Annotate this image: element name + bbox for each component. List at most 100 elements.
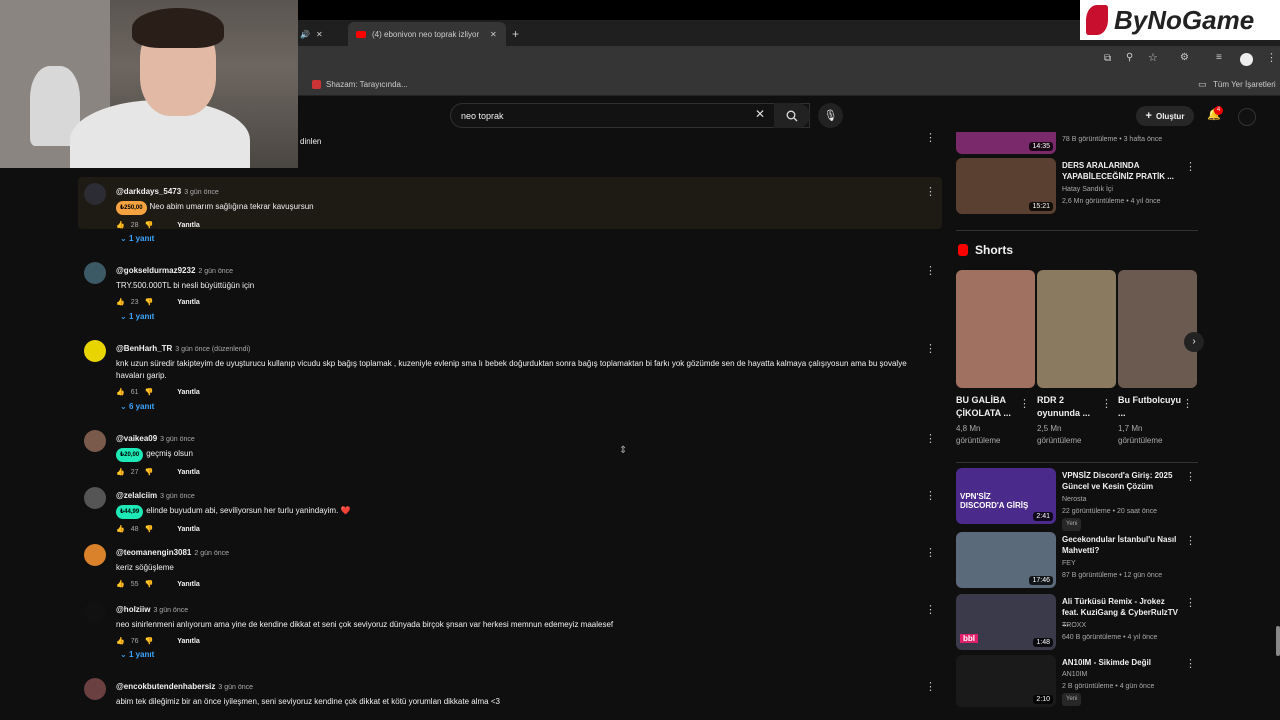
comment-menu-icon[interactable]: ⋮ (925, 489, 936, 502)
tab-active[interactable]: (4) ebonivon neo toprak izliyor ✕ (348, 22, 506, 46)
reply-button[interactable]: Yanıtla (177, 389, 200, 396)
comment-time[interactable]: 3 gün önce (160, 493, 195, 500)
reply-button[interactable]: Yanıtla (177, 526, 200, 533)
extensions-icon[interactable]: ⚙ (1180, 52, 1189, 63)
profile-avatar[interactable] (1240, 53, 1253, 66)
sidebar-video[interactable]: 15:21 DERS ARALARINDA YAPABİLECEĞİNİZ PR… (956, 158, 1200, 216)
reply-button[interactable]: Yanıtla (177, 469, 200, 476)
short-menu-icon[interactable]: ⋮ (1101, 397, 1112, 410)
comment-time[interactable]: 3 gün önce (153, 607, 188, 614)
short-title[interactable]: RDR 2 oyununda ... (1037, 394, 1107, 420)
reply-button[interactable]: Yanıtla (177, 222, 200, 229)
new-tab-button[interactable]: + (512, 22, 519, 46)
channel-name[interactable]: Hatay Sandık İçi (1062, 184, 1192, 195)
dislike-icon[interactable]: 👎 (145, 221, 154, 229)
comment-menu-icon[interactable]: ⋮ (925, 131, 936, 144)
star-icon[interactable]: ☆ (1148, 51, 1158, 64)
reply-button[interactable]: Yanıtla (177, 581, 200, 588)
create-button[interactable]: + Oluştur (1136, 106, 1194, 126)
short-thumbnail[interactable] (1118, 270, 1197, 388)
video-menu-icon[interactable]: ⋮ (1185, 657, 1196, 670)
like-icon[interactable]: 👍 (116, 580, 125, 588)
video-menu-icon[interactable]: ⋮ (1185, 534, 1196, 547)
comment-author[interactable]: @BenHarh_TR (116, 344, 172, 353)
close-icon[interactable]: ✕ (490, 30, 497, 39)
menu-icon[interactable]: ⋮ (1266, 51, 1277, 64)
avatar[interactable] (84, 487, 106, 509)
comment-menu-icon[interactable]: ⋮ (925, 264, 936, 277)
comment-time[interactable]: 2 gün önce (194, 550, 229, 557)
like-icon[interactable]: 👍 (116, 468, 125, 476)
like-icon[interactable]: 👍 (116, 525, 125, 533)
close-icon[interactable]: ✕ (316, 30, 323, 39)
video-title[interactable]: VPNSİZ Discord'a Giriş: 2025 Güncel ve K… (1062, 470, 1182, 492)
comment-time[interactable]: 3 gün önce (160, 436, 195, 443)
short-title[interactable]: Bu Futbolcuyu ... (1118, 394, 1188, 420)
channel-name[interactable]: TROXX (1062, 620, 1192, 631)
install-icon[interactable]: ⧉ (1104, 53, 1111, 64)
comment-menu-icon[interactable]: ⋮ (925, 432, 936, 445)
avatar[interactable] (84, 183, 106, 205)
comment-author[interactable]: @gokseldurmaz9232 (116, 266, 195, 275)
like-icon[interactable]: 👍 (116, 221, 125, 229)
like-icon[interactable]: 👍 (116, 388, 125, 396)
short-thumbnail[interactable] (1037, 270, 1116, 388)
short-menu-icon[interactable]: ⋮ (1182, 397, 1193, 410)
video-thumbnail[interactable]: bbl 1:48 (956, 594, 1056, 650)
avatar[interactable] (84, 678, 106, 700)
view-replies-button[interactable]: ⌄ 1 yanıt (120, 312, 154, 321)
like-icon[interactable]: 👍 (116, 637, 125, 645)
channel-name[interactable]: AN10IM (1062, 669, 1192, 680)
view-replies-button[interactable]: ⌄ 1 yanıt (120, 650, 154, 659)
comment-author[interactable]: @zelalciim (116, 491, 157, 500)
short-menu-icon[interactable]: ⋮ (1019, 397, 1030, 410)
scrollbar-thumb[interactable] (1276, 626, 1280, 656)
bookmark-shazam[interactable]: Shazam: Tarayıcında... (326, 80, 408, 89)
dislike-icon[interactable]: 👎 (145, 580, 154, 588)
dislike-icon[interactable]: 👎 (145, 388, 154, 396)
short-thumbnail[interactable] (956, 270, 1035, 388)
comment-time[interactable]: 3 gün önce (184, 189, 219, 196)
dislike-icon[interactable]: 👎 (145, 298, 154, 306)
comment-time[interactable]: 3 gün önce (218, 684, 253, 691)
comment-menu-icon[interactable]: ⋮ (925, 603, 936, 616)
comment-author[interactable]: @vaikea09 (116, 434, 157, 443)
dislike-icon[interactable]: 👎 (145, 637, 154, 645)
avatar[interactable] (84, 340, 106, 362)
playlist-icon[interactable]: ≡ (1216, 52, 1222, 63)
avatar[interactable] (84, 262, 106, 284)
comment-author[interactable]: @teomanengin3081 (116, 548, 191, 557)
sidebar-video[interactable]: bbl 1:48 Ali Türküsü Remix - Jrokez feat… (956, 594, 1200, 652)
video-thumbnail[interactable]: 2:10 (956, 655, 1056, 707)
video-thumbnail[interactable]: 15:21 (956, 158, 1056, 214)
reply-button[interactable]: Yanıtla (177, 299, 200, 306)
mic-button[interactable]: 🎙 (818, 103, 843, 128)
sidebar-video[interactable]: VPN'SİZ DISCORD'A GİRİŞ 2:41 VPNSİZ Disc… (956, 468, 1200, 531)
avatar[interactable] (84, 544, 106, 566)
comment-menu-icon[interactable]: ⋮ (925, 546, 936, 559)
comment-author[interactable]: @holziiw (116, 605, 150, 614)
comment-menu-icon[interactable]: ⋮ (925, 342, 936, 355)
reply-button[interactable]: Yanıtla (177, 638, 200, 645)
video-thumbnail[interactable]: VPN'SİZ DISCORD'A GİRİŞ 2:41 (956, 468, 1056, 524)
shorts-next-button[interactable]: › (1184, 332, 1204, 352)
channel-name[interactable]: FEY (1062, 558, 1192, 569)
comment-time[interactable]: 2 gün önce (198, 268, 233, 275)
sidebar-video[interactable]: 2:10 AN10IM - Sikimde Değil AN10IM 2 B g… (956, 655, 1200, 707)
tab-previous[interactable]: 🔊 ✕ (300, 22, 323, 46)
avatar[interactable] (84, 601, 106, 623)
like-icon[interactable]: 👍 (116, 298, 125, 306)
account-avatar[interactable] (1238, 108, 1256, 126)
video-title[interactable]: AN10IM - Sikimde Değil (1062, 657, 1182, 668)
video-title[interactable]: Gecekondular İstanbul'u Nasıl Mahvetti? (1062, 534, 1182, 556)
view-replies-button[interactable]: ⌄ 1 yanıt (120, 234, 154, 243)
video-menu-icon[interactable]: ⋮ (1185, 470, 1196, 483)
comment-author[interactable]: @encokbutendenhabersiz (116, 682, 215, 691)
video-title[interactable]: DERS ARALARINDA YAPABİLECEĞİNİZ PRATİK .… (1062, 160, 1182, 182)
dislike-icon[interactable]: 👎 (145, 468, 154, 476)
dislike-icon[interactable]: 👎 (145, 525, 154, 533)
avatar[interactable] (84, 430, 106, 452)
comment-time[interactable]: 3 gün önce (düzenlendi) (175, 346, 250, 353)
channel-name[interactable]: Nerosta (1062, 494, 1192, 505)
zoom-icon[interactable]: ⚲ (1126, 52, 1133, 63)
